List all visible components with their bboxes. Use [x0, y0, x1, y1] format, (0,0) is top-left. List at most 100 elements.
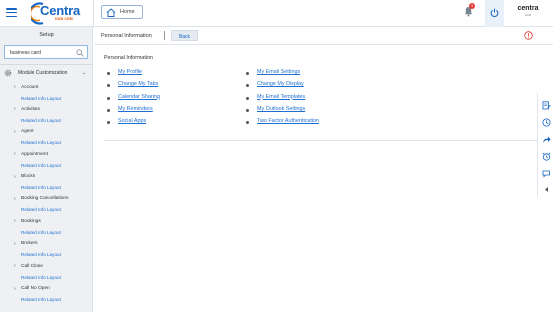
related-info-link[interactable]: Related Info Layout: [21, 297, 61, 302]
home-button[interactable]: Home: [101, 5, 143, 19]
gear-icon: [4, 69, 12, 77]
chevron-right-icon[interactable]: ›: [14, 263, 16, 269]
bullet: [107, 108, 110, 112]
notification-badge: 3: [469, 3, 475, 9]
sidebar-divider: [0, 64, 93, 65]
tree-item: › Brokers Related Info Layout: [0, 240, 93, 262]
tree-item: › Account Related Info Layout: [0, 83, 93, 105]
social-apps-link[interactable]: Social Apps: [118, 118, 146, 124]
right-toolbar: [537, 93, 553, 197]
logo-text: Centra: [40, 3, 80, 18]
bullet: [246, 108, 249, 112]
tree-item-label[interactable]: Agent: [21, 129, 34, 134]
info-icon[interactable]: [524, 31, 533, 40]
tree-item: › Activities Related Info Layout: [0, 105, 93, 127]
bullet: [107, 96, 110, 100]
tree-item: › Agent Related Info Layout: [0, 128, 93, 150]
chevron-right-icon[interactable]: ›: [14, 174, 16, 180]
calendar-sharing-link[interactable]: Calendar Sharing: [118, 94, 160, 100]
bullet: [246, 96, 249, 100]
related-info-link[interactable]: Related Info Layout: [21, 207, 61, 212]
share-icon[interactable]: [542, 135, 551, 144]
chevron-right-icon[interactable]: ›: [14, 151, 16, 157]
my-outlook-settings-link[interactable]: My Outlook Settings: [257, 106, 305, 112]
home-label: Home: [120, 9, 135, 15]
change-my-tabs-link[interactable]: Change My Tabs: [118, 81, 158, 87]
my-email-settings-link[interactable]: My Email Settings: [257, 69, 300, 75]
notes-icon[interactable]: [542, 101, 551, 110]
related-info-link[interactable]: Related Info Layout: [21, 275, 61, 280]
tree-item-label[interactable]: Account: [21, 85, 38, 90]
sidebar: Setup business card Module Customization…: [0, 27, 93, 312]
chevron-right-icon[interactable]: ›: [14, 196, 16, 202]
chevron-right-icon[interactable]: ›: [14, 241, 16, 247]
brand-badge-sub: HUB: [524, 13, 532, 17]
tree-item-label[interactable]: Brokers: [21, 241, 38, 246]
home-icon: [106, 8, 116, 17]
module-tree: › Account Related Info Layout › Activiti…: [0, 83, 93, 307]
back-button[interactable]: Back: [171, 30, 198, 41]
app-window: Centra HUB CRM Home 3 centra HUB Setup b…: [0, 0, 553, 312]
brand-badge: centra HUB: [510, 4, 546, 22]
related-info-link[interactable]: Related Info Layout: [21, 252, 61, 257]
chevron-right-icon[interactable]: ›: [14, 286, 16, 292]
tree-item: › Blocks Related Info Layout: [0, 173, 93, 195]
chat-icon[interactable]: [542, 169, 551, 178]
related-info-link[interactable]: Related Info Layout: [21, 185, 61, 190]
tree-item: › Booking Cancellations Related Info Lay…: [0, 195, 93, 217]
brand-badge-title: centra: [517, 5, 539, 12]
search-icon[interactable]: [76, 49, 84, 57]
bullet: [246, 121, 249, 125]
top-bar: Centra HUB CRM Home 3 centra HUB: [0, 0, 553, 27]
menu-icon[interactable]: [6, 8, 17, 18]
bullet: [246, 84, 249, 88]
tree-item: › Bookings Related Info Layout: [0, 217, 93, 239]
chevron-right-icon[interactable]: ›: [14, 106, 16, 112]
header-divider: [164, 31, 165, 40]
my-profile-link[interactable]: My Profile: [118, 69, 142, 75]
chevron-right-icon[interactable]: ›: [14, 218, 16, 224]
topbar-divider: [93, 0, 94, 27]
tree-item: › Call Close Related Info Layout: [0, 262, 93, 284]
related-info-link[interactable]: Related Info Layout: [21, 118, 61, 123]
collapse-arrow-icon[interactable]: [542, 185, 551, 194]
page-title: Personal Information: [101, 33, 152, 39]
content-divider: [104, 140, 544, 141]
module-customization-toggle[interactable]: Module Customization ⌄: [4, 69, 90, 79]
tree-item-label[interactable]: Call Close: [21, 264, 43, 269]
change-my-display-link[interactable]: Change My Display: [257, 81, 304, 87]
bullet: [107, 121, 110, 125]
tree-item-label[interactable]: Booking Cancellations: [21, 196, 68, 201]
related-info-link[interactable]: Related Info Layout: [21, 96, 61, 101]
section-title: Personal Information: [104, 55, 153, 61]
module-customization-label: Module Customization: [18, 70, 68, 76]
power-icon: [490, 8, 499, 17]
main-header: Personal Information Back: [94, 27, 553, 45]
tree-item: › Appointment Related Info Layout: [0, 150, 93, 172]
tree-item-label[interactable]: Blocks: [21, 174, 35, 179]
tree-item-label[interactable]: Bookings: [21, 219, 41, 224]
two-factor-authentication-link[interactable]: Two Factor Authentication: [257, 118, 319, 124]
clock-icon[interactable]: [542, 118, 551, 127]
related-info-link[interactable]: Related Info Layout: [21, 230, 61, 235]
back-label: Back: [178, 33, 191, 40]
tree-item: › Call No Open Related Info Layout: [0, 285, 93, 307]
chevron-right-icon[interactable]: ›: [14, 84, 16, 90]
related-info-link[interactable]: Related Info Layout: [21, 140, 61, 145]
chevron-right-icon[interactable]: ›: [14, 129, 16, 135]
sidebar-title: Setup: [39, 32, 54, 38]
chevron-down-icon: ⌄: [82, 70, 87, 76]
logo-subtext: HUB CRM: [55, 17, 73, 21]
my-email-templates-link[interactable]: My Email Templates: [257, 94, 305, 100]
my-reminders-link[interactable]: My Reminders: [118, 106, 153, 112]
tree-item-label[interactable]: Call No Open: [21, 286, 50, 291]
bullet: [246, 72, 249, 75]
search-value: business card: [10, 50, 41, 56]
tree-item-label[interactable]: Appointment: [21, 152, 48, 157]
search-input[interactable]: business card: [4, 45, 88, 59]
alarm-icon[interactable]: [542, 152, 551, 161]
related-info-link[interactable]: Related Info Layout: [21, 163, 61, 168]
bullet: [107, 84, 110, 88]
tree-item-label[interactable]: Activities: [21, 107, 40, 112]
bullet: [107, 72, 110, 75]
